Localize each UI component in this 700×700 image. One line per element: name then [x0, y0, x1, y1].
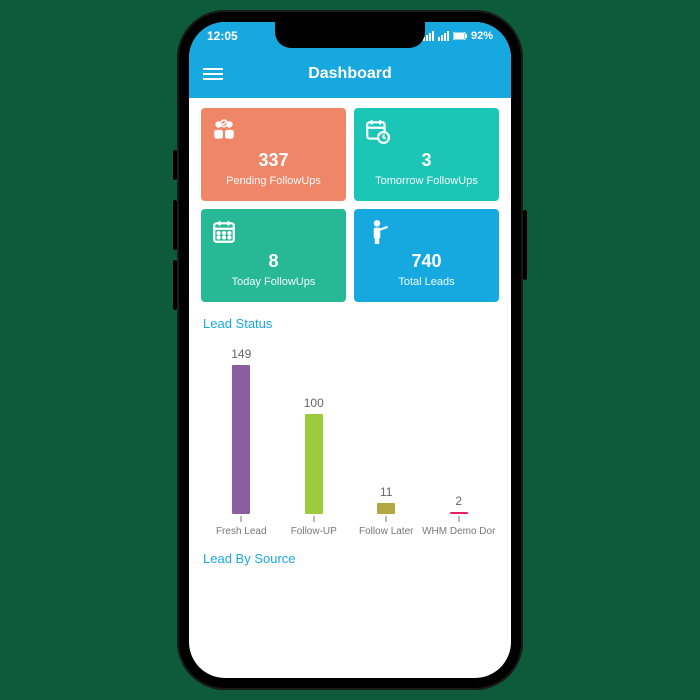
- card-value: 740: [411, 251, 441, 272]
- bar: [450, 512, 468, 514]
- card-value: 8: [268, 251, 278, 272]
- bar-column: 100 Follow-UP: [280, 396, 348, 537]
- lead-source-chart: [201, 584, 499, 678]
- signal-icon: [438, 31, 449, 41]
- app-bar: Dashboard: [189, 50, 511, 98]
- battery-icon: [453, 32, 467, 40]
- section-lead-source: Lead By Source: [203, 551, 497, 566]
- screen: 12:05 92% Dashboard: [189, 22, 511, 678]
- bar-value: 149: [231, 347, 251, 361]
- section-lead-status: Lead Status: [203, 316, 497, 331]
- card-pending-followups[interactable]: 337 Pending FollowUps: [201, 108, 346, 201]
- person-pointing-icon: [364, 219, 390, 245]
- bar-tick: [240, 516, 242, 522]
- bar-value: 2: [455, 494, 462, 508]
- bar-value: 11: [380, 485, 392, 499]
- bar-column: 2 WHM Demo Dor: [425, 494, 493, 537]
- bar-label: WHM Demo Dor: [422, 526, 495, 537]
- card-value: 337: [258, 150, 288, 171]
- page-title: Dashboard: [223, 65, 497, 83]
- card-label: Pending FollowUps: [226, 175, 321, 187]
- bar: [377, 503, 395, 514]
- card-today-followups[interactable]: 8 Today FollowUps: [201, 209, 346, 302]
- status-time: 12:05: [207, 29, 238, 43]
- bar-label: Fresh Lead: [216, 526, 267, 537]
- lead-status-chart: 149 Fresh Lead 100 Follow-UP 11 Follow Later 2…: [201, 337, 499, 537]
- menu-icon[interactable]: [203, 68, 223, 80]
- bar-label: Follow Later: [359, 526, 413, 537]
- bar-value: 100: [304, 396, 324, 410]
- bar-tick: [385, 516, 387, 522]
- card-total-leads[interactable]: 740 Total Leads: [354, 209, 499, 302]
- card-label: Tomorrow FollowUps: [375, 175, 478, 187]
- bar-column: 11 Follow Later: [352, 485, 420, 537]
- phone-frame: 12:05 92% Dashboard: [177, 10, 523, 690]
- bar-column: 149 Fresh Lead: [207, 347, 275, 537]
- bar-label: Follow-UP: [291, 526, 337, 537]
- card-label: Total Leads: [398, 276, 454, 288]
- bar-tick: [313, 516, 315, 522]
- card-label: Today FollowUps: [232, 276, 316, 288]
- bar: [232, 365, 250, 514]
- notch: [275, 22, 425, 48]
- calendar-icon: [211, 219, 237, 245]
- calendar-clock-icon: [364, 118, 390, 144]
- bar-tick: [458, 516, 460, 522]
- content: 337 Pending FollowUps 3 Tomorrow FollowU…: [189, 98, 511, 678]
- card-tomorrow-followups[interactable]: 3 Tomorrow FollowUps: [354, 108, 499, 201]
- people-check-icon: [211, 118, 237, 144]
- card-value: 3: [421, 150, 431, 171]
- bar: [305, 414, 323, 514]
- stat-card-grid: 337 Pending FollowUps 3 Tomorrow FollowU…: [201, 108, 499, 302]
- status-battery: 92%: [471, 30, 493, 42]
